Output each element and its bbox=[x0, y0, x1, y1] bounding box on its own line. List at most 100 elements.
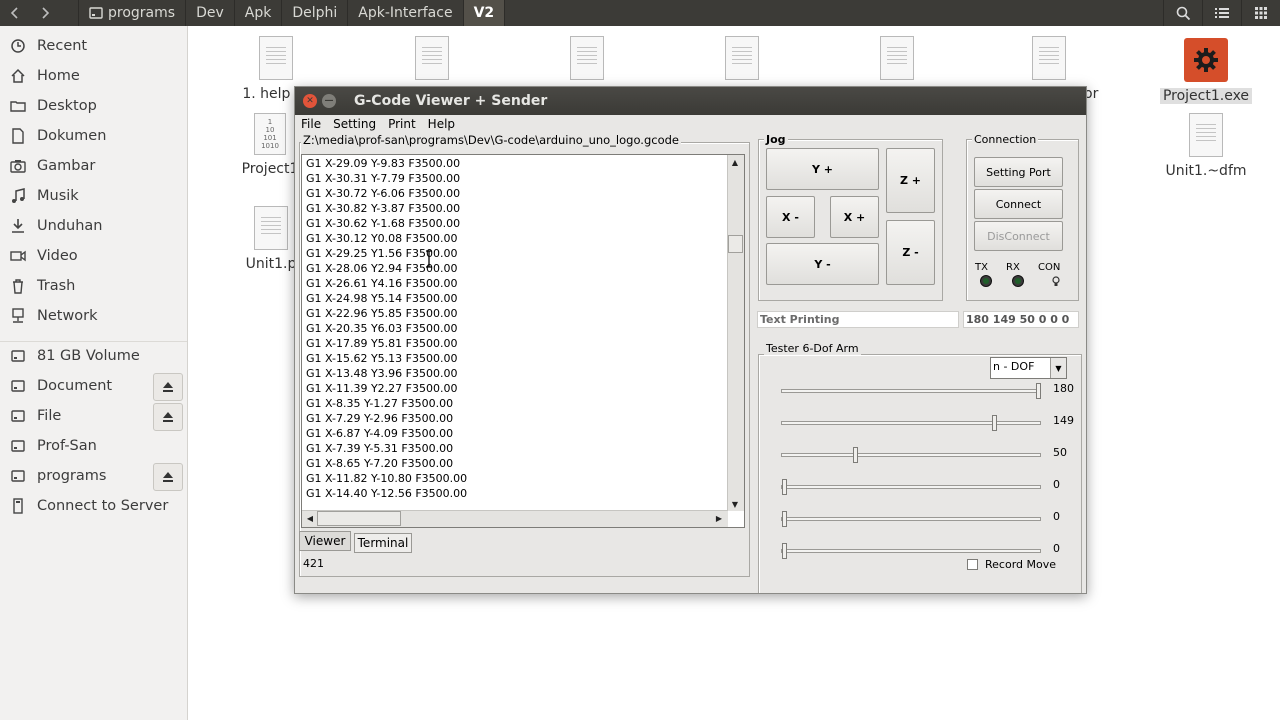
y-minus-button[interactable]: Y - bbox=[766, 243, 879, 285]
connect-button[interactable]: Connect bbox=[974, 189, 1063, 219]
menu-setting[interactable]: Setting bbox=[327, 117, 382, 133]
eject-icon[interactable] bbox=[153, 373, 183, 401]
sidebar-item-81gb-volume[interactable]: 81 GB Volume bbox=[0, 341, 187, 371]
breadcrumb-dev[interactable]: Dev bbox=[186, 0, 235, 26]
gcode-line[interactable]: G1 X-30.82 Y-3.87 F3500.00 bbox=[302, 201, 744, 216]
gcode-line[interactable]: G1 X-14.40 Y-12.56 F3500.00 bbox=[302, 486, 744, 501]
list-view-icon[interactable] bbox=[1202, 0, 1241, 26]
z-minus-button[interactable]: Z - bbox=[886, 220, 935, 285]
file-project1-exe[interactable]: Project1.exe bbox=[1160, 38, 1252, 104]
horizontal-scrollbar[interactable]: ◀ ▶ bbox=[302, 510, 728, 527]
breadcrumb-apk-interface[interactable]: Apk-Interface bbox=[348, 0, 464, 26]
gcode-line[interactable]: G1 X-30.31 Y-7.79 F3500.00 bbox=[302, 171, 744, 186]
close-icon[interactable]: ✕ bbox=[303, 94, 317, 108]
vertical-scrollbar[interactable]: ▲ ▼ bbox=[727, 155, 744, 511]
gcode-line[interactable]: G1 X-28.06 Y2.94 F3500.00 bbox=[302, 261, 744, 276]
gcode-line[interactable]: G1 X-17.89 Y5.81 F3500.00 bbox=[302, 336, 744, 351]
menu-file[interactable]: File bbox=[295, 117, 327, 133]
z-plus-button[interactable]: Z + bbox=[886, 148, 935, 213]
joint-slider-5[interactable] bbox=[781, 511, 1041, 527]
sidebar-item-recent[interactable]: Recent bbox=[0, 31, 187, 61]
sidebar-item-document[interactable]: Document bbox=[0, 371, 187, 401]
slider-knob[interactable] bbox=[992, 415, 997, 431]
minimize-icon[interactable]: — bbox=[322, 94, 336, 108]
tab-terminal[interactable]: Terminal bbox=[354, 533, 412, 553]
sidebar-item-connect-to-server[interactable]: Connect to Server bbox=[0, 491, 187, 521]
breadcrumb-apk[interactable]: Apk bbox=[235, 0, 283, 26]
gcode-line[interactable]: G1 X-13.48 Y3.96 F3500.00 bbox=[302, 366, 744, 381]
slider-knob[interactable] bbox=[782, 511, 787, 527]
window-titlebar[interactable]: ✕ — G-Code Viewer + Sender bbox=[295, 87, 1086, 115]
forward-icon[interactable] bbox=[30, 0, 60, 26]
scroll-down-icon[interactable]: ▼ bbox=[728, 497, 742, 511]
eject-icon[interactable] bbox=[153, 463, 183, 491]
joint-slider-3[interactable] bbox=[781, 447, 1041, 463]
breadcrumb-v2[interactable]: V2 bbox=[463, 0, 506, 26]
setting-port-button[interactable]: Setting Port bbox=[974, 157, 1063, 187]
gcode-line[interactable]: G1 X-8.35 Y-1.27 F3500.00 bbox=[302, 396, 744, 411]
sidebar-item-trash[interactable]: Trash bbox=[0, 271, 187, 301]
scroll-up-icon[interactable]: ▲ bbox=[728, 155, 742, 169]
sidebar-item-network[interactable]: Network bbox=[0, 301, 187, 331]
sidebar-item-programs[interactable]: programs bbox=[0, 461, 187, 491]
slider-knob[interactable] bbox=[853, 447, 858, 463]
search-icon[interactable] bbox=[1163, 0, 1202, 26]
gcode-line[interactable]: G1 X-30.62 Y-1.68 F3500.00 bbox=[302, 216, 744, 231]
grid-view-icon[interactable] bbox=[1241, 0, 1280, 26]
y-plus-button[interactable]: Y + bbox=[766, 148, 879, 190]
sidebar-item-file[interactable]: File bbox=[0, 401, 187, 431]
tab-viewer[interactable]: Viewer bbox=[299, 531, 351, 551]
scroll-right-icon[interactable]: ▶ bbox=[712, 511, 726, 525]
scroll-left-icon[interactable]: ◀ bbox=[303, 511, 317, 525]
gcode-listbox[interactable]: G1 X-29.09 Y-9.83 F3500.00 G1 X-30.31 Y-7… bbox=[301, 154, 745, 528]
x-minus-button[interactable]: X - bbox=[766, 196, 815, 238]
gcode-line[interactable]: G1 X-8.65 Y-7.20 F3500.00 bbox=[302, 456, 744, 471]
gcode-line[interactable]: G1 X-7.39 Y-5.31 F3500.00 bbox=[302, 441, 744, 456]
breadcrumb-delphi[interactable]: Delphi bbox=[282, 0, 349, 26]
sidebar-item-unduhan[interactable]: Unduhan bbox=[0, 211, 187, 241]
joint-slider-2[interactable] bbox=[781, 415, 1041, 431]
record-move-checkbox[interactable] bbox=[967, 559, 978, 570]
scroll-thumb[interactable] bbox=[728, 235, 743, 253]
sidebar-item-musik[interactable]: Musik bbox=[0, 181, 187, 211]
sidebar-item-home[interactable]: Home bbox=[0, 61, 187, 91]
file-unit1-dfm[interactable]: Unit1.~dfm bbox=[1160, 113, 1252, 179]
sidebar-item-desktop[interactable]: Desktop bbox=[0, 91, 187, 121]
slider-knob[interactable] bbox=[782, 479, 787, 495]
gcode-line[interactable]: G1 X-11.39 Y2.27 F3500.00 bbox=[302, 381, 744, 396]
joint-slider-1[interactable] bbox=[781, 383, 1041, 399]
gcode-line[interactable]: G1 X-7.29 Y-2.96 F3500.00 bbox=[302, 411, 744, 426]
slider-knob[interactable] bbox=[1036, 383, 1041, 399]
dof-select[interactable]: n - DOF ▼ bbox=[990, 357, 1067, 379]
gcode-line[interactable]: G1 X-30.12 Y0.08 F3500.00 bbox=[302, 231, 744, 246]
sidebar-item-prof-san[interactable]: Prof-San bbox=[0, 431, 187, 461]
eject-icon[interactable] bbox=[153, 403, 183, 431]
gcode-line[interactable]: G1 X-15.62 Y5.13 F3500.00 bbox=[302, 351, 744, 366]
disconnect-button[interactable]: DisConnect bbox=[974, 221, 1063, 251]
gcode-line[interactable]: G1 X-29.09 Y-9.83 F3500.00 bbox=[302, 156, 744, 171]
menu-print[interactable]: Print bbox=[382, 117, 422, 133]
breadcrumb-programs[interactable]: programs bbox=[78, 0, 187, 26]
gcode-line[interactable]: G1 X-22.96 Y5.85 F3500.00 bbox=[302, 306, 744, 321]
gcode-line[interactable]: G1 X-11.82 Y-10.80 F3500.00 bbox=[302, 471, 744, 486]
sidebar-item-gambar[interactable]: Gambar bbox=[0, 151, 187, 181]
file-icon-5[interactable] bbox=[877, 36, 917, 80]
slider-knob[interactable] bbox=[782, 543, 787, 559]
gcode-line[interactable]: G1 X-30.72 Y-6.06 F3500.00 bbox=[302, 186, 744, 201]
gcode-line[interactable]: G1 X-29.25 Y1.56 F3500.00 bbox=[302, 246, 744, 261]
menu-help[interactable]: Help bbox=[422, 117, 461, 133]
back-icon[interactable] bbox=[0, 0, 30, 26]
file-icon-4[interactable] bbox=[722, 36, 762, 80]
x-plus-button[interactable]: X + bbox=[830, 196, 879, 238]
scroll-thumb-horizontal[interactable] bbox=[317, 511, 401, 526]
sidebar-item-video[interactable]: Video bbox=[0, 241, 187, 271]
gcode-line[interactable]: G1 X-20.35 Y6.03 F3500.00 bbox=[302, 321, 744, 336]
gcode-line[interactable]: G1 X-24.98 Y5.14 F3500.00 bbox=[302, 291, 744, 306]
gcode-line[interactable]: G1 X-26.61 Y4.16 F3500.00 bbox=[302, 276, 744, 291]
sidebar-item-dokumen[interactable]: Dokumen bbox=[0, 121, 187, 151]
joint-slider-4[interactable] bbox=[781, 479, 1041, 495]
gcode-line[interactable]: G1 X-6.87 Y-4.09 F3500.00 bbox=[302, 426, 744, 441]
file-icon-2[interactable] bbox=[412, 36, 452, 80]
joint-slider-6[interactable] bbox=[781, 543, 1041, 559]
chevron-down-icon[interactable]: ▼ bbox=[1050, 358, 1066, 378]
